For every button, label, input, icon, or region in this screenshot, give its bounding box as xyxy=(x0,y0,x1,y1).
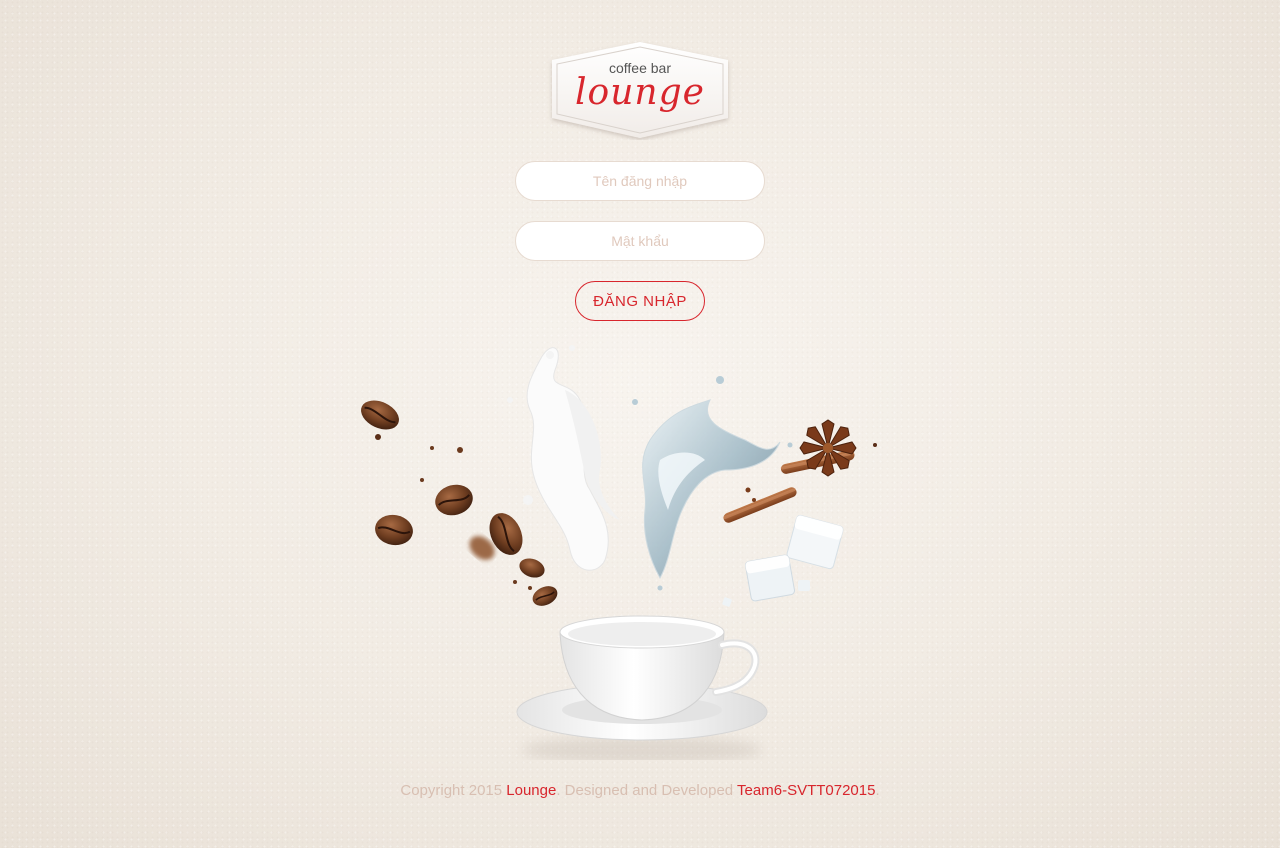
logo-brand-text: lounge xyxy=(575,72,705,113)
password-input[interactable] xyxy=(515,221,765,261)
footer-team-link[interactable]: Team6-SVTT072015 xyxy=(737,782,875,799)
footer-designed-text: . Designed and Developed xyxy=(556,782,738,799)
sugar-cube-icon xyxy=(722,514,844,607)
lounge-logo[interactable]: coffee bar lounge xyxy=(548,40,732,140)
milk-splash-icon xyxy=(507,345,620,571)
login-button[interactable]: ĐĂNG NHẬP xyxy=(575,281,705,321)
coffee-cup-icon xyxy=(516,615,768,760)
footer-copyright-text: Copyright 2015 xyxy=(400,782,507,799)
coffee-illustration xyxy=(361,345,877,760)
footer: Copyright 2015 Lounge. Designed and Deve… xyxy=(0,782,1280,799)
star-anise-icon xyxy=(799,419,857,477)
footer-brand-link[interactable]: Lounge xyxy=(506,782,556,799)
footer-suffix-text: . xyxy=(875,782,880,799)
username-input[interactable] xyxy=(515,161,765,201)
